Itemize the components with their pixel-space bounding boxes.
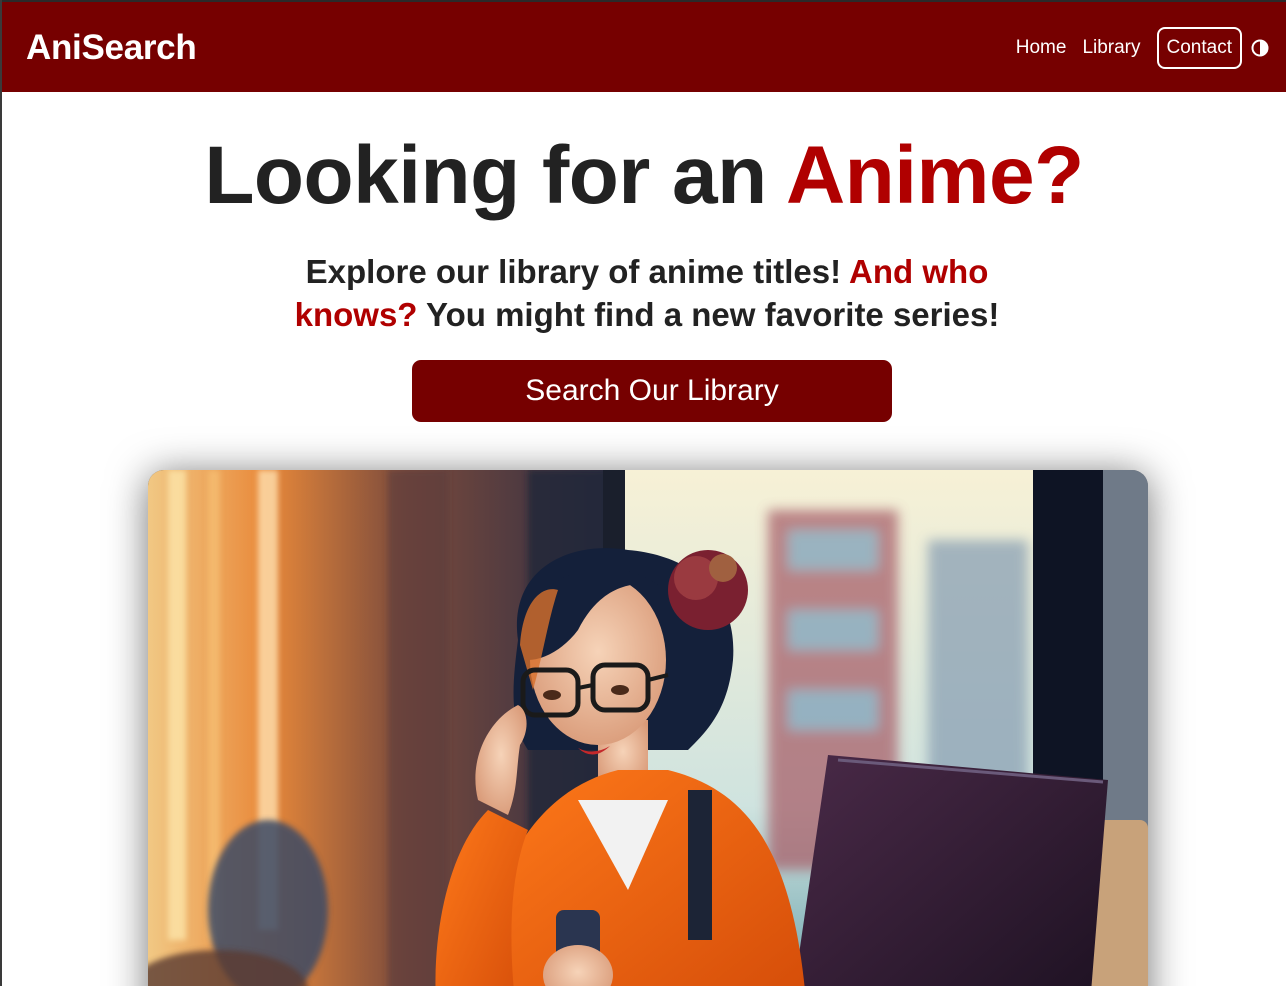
- brand-logo[interactable]: AniSearch: [26, 28, 197, 68]
- nav-links: Home Library Contact: [1008, 26, 1270, 70]
- hero-subtitle-text: Explore our library of anime titles!: [305, 253, 850, 290]
- navbar: AniSearch Home Library Contact: [2, 0, 1286, 92]
- nav-home-link[interactable]: Home: [1008, 26, 1075, 70]
- page: AniSearch Home Library Contact Looking f…: [0, 0, 1286, 986]
- hero-title-text: Looking for an: [204, 130, 786, 221]
- hero-subtitle: Explore our library of anime titles! And…: [272, 250, 1022, 336]
- search-library-button[interactable]: Search Our Library: [412, 360, 892, 422]
- hero-subtitle-text-end: You might find a new favorite series!: [417, 296, 1000, 333]
- hero-title: Looking for an Anime?: [2, 128, 1286, 224]
- nav-library-link[interactable]: Library: [1074, 26, 1148, 70]
- nav-contact-link[interactable]: Contact: [1156, 27, 1242, 69]
- hero-title-accent: Anime?: [785, 130, 1084, 221]
- hero-illustration: [148, 470, 1148, 986]
- contrast-icon[interactable]: [1250, 38, 1270, 58]
